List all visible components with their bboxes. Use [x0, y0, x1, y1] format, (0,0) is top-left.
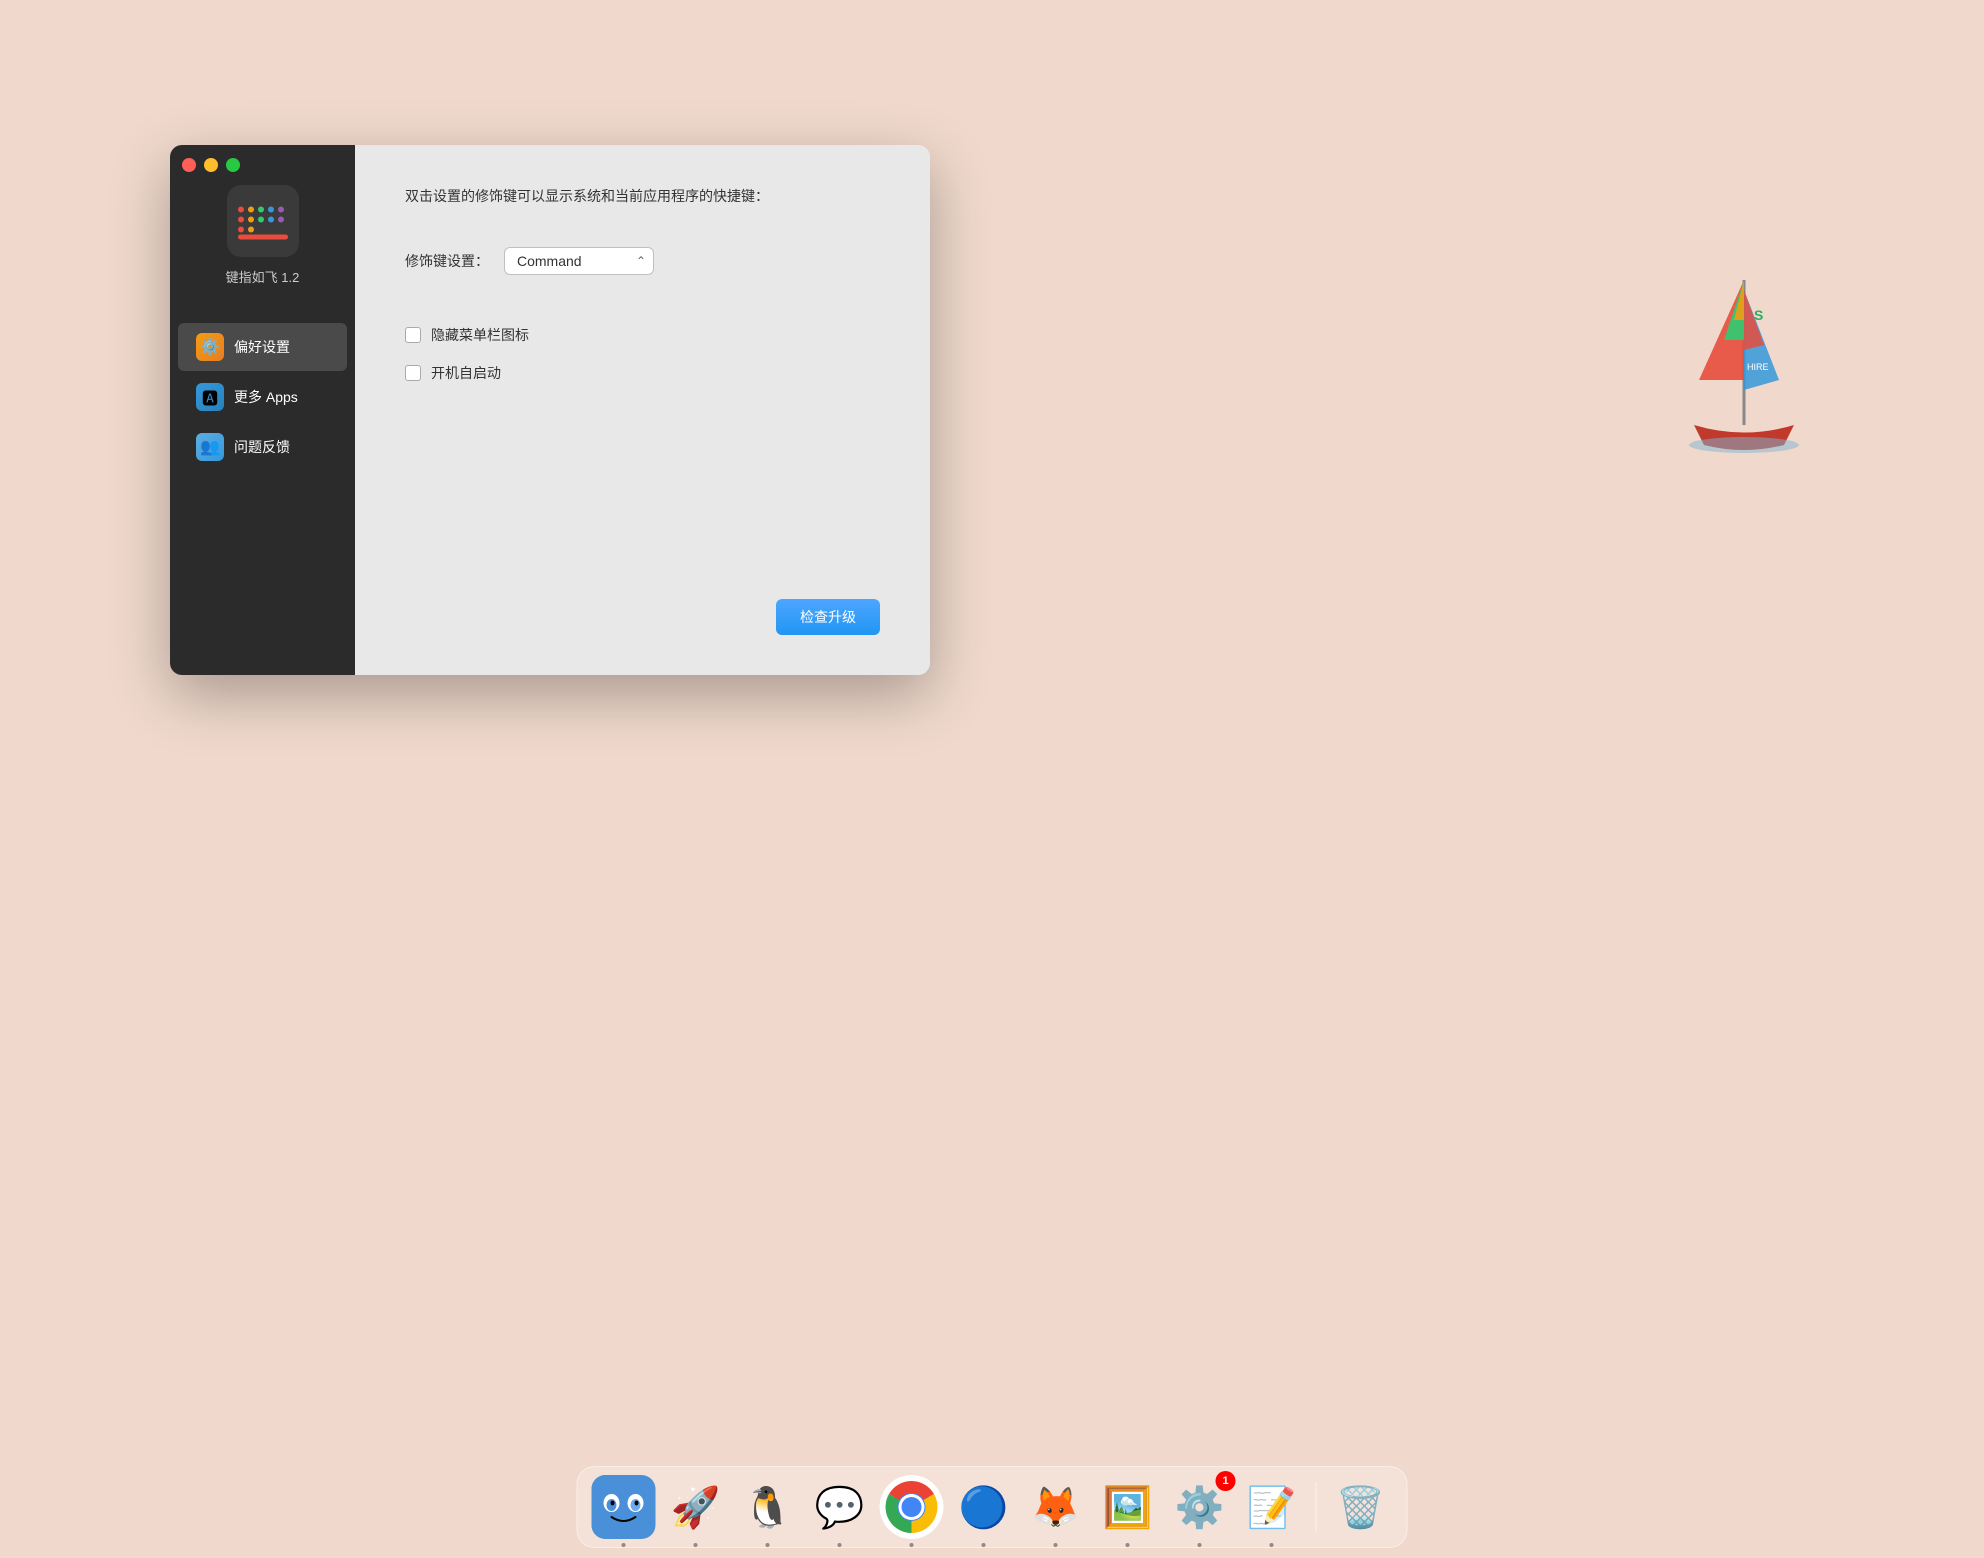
maximize-button[interactable] — [226, 158, 240, 172]
window-controls — [182, 158, 240, 172]
dock-item-finder[interactable] — [592, 1475, 656, 1539]
launch-at-startup-row[interactable]: 开机自启动 — [405, 363, 880, 383]
sidebar-item-apps-label: 更多 Apps — [234, 387, 298, 407]
bottom-bar: 检查升级 — [405, 599, 880, 635]
dock-item-launchpad[interactable]: 🚀 — [664, 1475, 728, 1539]
dock-item-wechat[interactable]: 💬 — [808, 1475, 872, 1539]
sidebar-item-feedback[interactable]: 👥 问题反馈 — [178, 423, 347, 471]
app-name: 键指如飞 1.2 — [226, 267, 300, 286]
check-update-button[interactable]: 检查升级 — [776, 599, 880, 635]
sailboat-svg: S HIRE — [1684, 260, 1804, 480]
main-content: 双击设置的修饰键可以显示系统和当前应用程序的快捷键： 修饰键设置： Comman… — [355, 145, 930, 675]
system-prefs-badge: 1 — [1216, 1471, 1236, 1491]
sailboat-decoration: S HIRE — [1684, 260, 1804, 460]
preferences-icon: ⚙️ — [196, 333, 224, 361]
app-icon-container: 键指如飞 1.2 — [226, 185, 300, 286]
modifier-key-select-wrapper: Command Option Control Shift ⌃ — [504, 247, 654, 275]
app-icon — [227, 185, 299, 257]
app-window: 键指如飞 1.2 ⚙️ 偏好设置 🅰 更多 Apps 👥 问题反馈 双击设置的修… — [170, 145, 930, 675]
svg-text:HIRE: HIRE — [1747, 362, 1769, 372]
sidebar-item-more-apps[interactable]: 🅰 更多 Apps — [178, 373, 347, 421]
feedback-icon: 👥 — [196, 433, 224, 461]
checkboxes-section: 隐藏菜单栏图标 开机自启动 — [405, 325, 880, 383]
dock-item-chrome[interactable] — [880, 1475, 944, 1539]
keyboard-svg — [233, 199, 293, 244]
hide-menu-icon-checkbox[interactable] — [405, 327, 421, 343]
sidebar-item-feedback-label: 问题反馈 — [234, 437, 290, 457]
modifier-key-setting-row: 修饰键设置： Command Option Control Shift ⌃ — [405, 247, 880, 275]
launch-at-startup-checkbox[interactable] — [405, 365, 421, 381]
dock-item-system-prefs[interactable]: ⚙️ 1 — [1168, 1475, 1232, 1539]
hide-menu-icon-label: 隐藏菜单栏图标 — [431, 325, 529, 345]
dock-item-trash[interactable]: 🗑️ — [1329, 1475, 1393, 1539]
modifier-key-label: 修饰键设置： — [405, 251, 489, 271]
sidebar-item-preferences-label: 偏好设置 — [234, 337, 290, 357]
dock-item-arc[interactable]: 🔵 — [952, 1475, 1016, 1539]
sidebar: 键指如飞 1.2 ⚙️ 偏好设置 🅰 更多 Apps 👥 问题反馈 — [170, 145, 355, 675]
description-text: 双击设置的修饰键可以显示系统和当前应用程序的快捷键： — [405, 185, 880, 207]
close-button[interactable] — [182, 158, 196, 172]
hide-menu-icon-row[interactable]: 隐藏菜单栏图标 — [405, 325, 880, 345]
sidebar-item-preferences[interactable]: ⚙️ 偏好设置 — [178, 323, 347, 371]
dock-item-preview[interactable]: 🖼️ — [1096, 1475, 1160, 1539]
dock-item-qq[interactable]: 🐧 — [736, 1475, 800, 1539]
svg-text:S: S — [1754, 307, 1763, 323]
sidebar-nav: ⚙️ 偏好设置 🅰 更多 Apps 👥 问题反馈 — [170, 321, 355, 473]
dock-separator — [1316, 1482, 1317, 1532]
dock: 🚀 🐧 💬 🔵 🦊 🖼 — [577, 1466, 1408, 1548]
apps-icon: 🅰 — [196, 383, 224, 411]
modifier-key-select[interactable]: Command Option Control Shift — [504, 247, 654, 275]
launch-at-startup-label: 开机自启动 — [431, 363, 501, 383]
dock-item-textedit[interactable]: 📝 — [1240, 1475, 1304, 1539]
dock-item-firefox[interactable]: 🦊 — [1024, 1475, 1088, 1539]
minimize-button[interactable] — [204, 158, 218, 172]
